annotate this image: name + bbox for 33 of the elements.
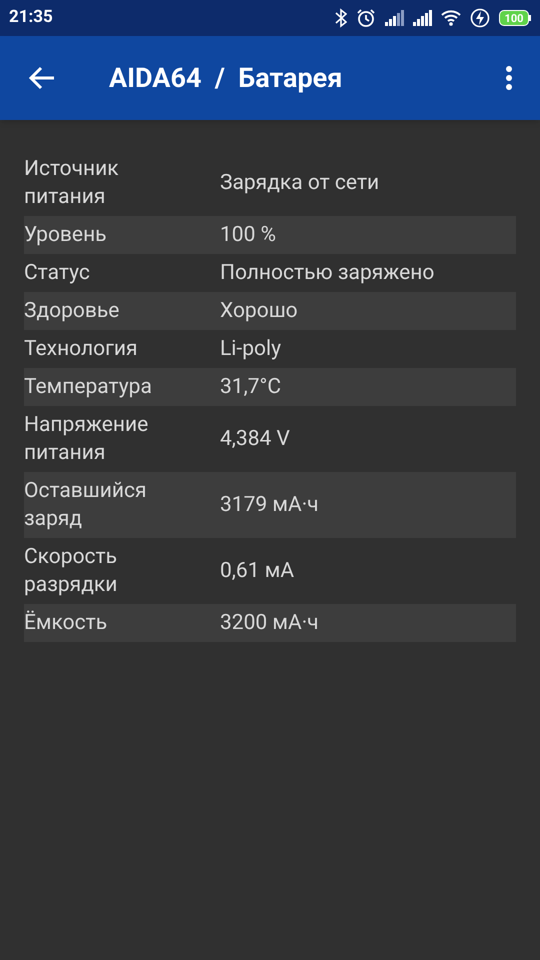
alarm-icon [356, 8, 376, 28]
property-label: Температура [24, 374, 153, 401]
property-value: Полностью заряжено [220, 260, 436, 287]
property-value: Зарядка от сети [220, 170, 380, 197]
property-label: Статус [24, 260, 91, 287]
status-time: 21:35 [9, 6, 53, 30]
app-title: AIDA64 / Батарея [109, 60, 342, 96]
property-value: 3179 мА·ч [220, 492, 320, 519]
property-label: Скорость разрядки [24, 544, 118, 599]
back-arrow-icon [29, 66, 55, 90]
property-value: Li-poly [220, 336, 282, 363]
property-value: 100 % [220, 222, 277, 249]
property-label: Уровень [24, 222, 108, 249]
more-options-button[interactable] [504, 63, 514, 93]
battery-percent: 100 [504, 12, 524, 24]
property-label: Напряжение питания [24, 412, 150, 467]
property-label: Оставшийся заряд [24, 478, 148, 533]
property-value: 31,7°C [220, 374, 282, 401]
property-label: Источник питания [24, 156, 120, 211]
signal-icon [385, 10, 404, 26]
wifi-icon [441, 10, 461, 26]
property-value: Хорошо [220, 298, 299, 325]
property-label: Технология [24, 336, 139, 363]
back-button[interactable] [28, 64, 56, 92]
charging-icon [470, 8, 490, 28]
signal-icon [413, 10, 432, 26]
bluetooth-icon [335, 8, 347, 28]
more-options-icon [505, 65, 513, 91]
property-label: Ёмкость [24, 610, 108, 637]
property-value: 0,61 мА [220, 558, 296, 585]
property-value: 3200 мА·ч [220, 610, 320, 637]
property-label: Здоровье [24, 298, 120, 325]
property-value: 4,384 V [220, 426, 291, 453]
